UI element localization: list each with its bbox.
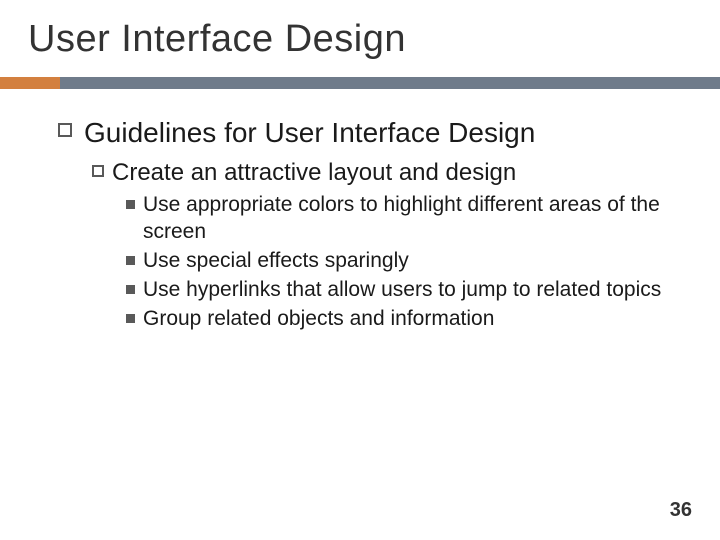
subpoint-text: Create an attractive layout and design <box>112 158 516 188</box>
bullet-text: Use hyperlinks that allow users to jump … <box>143 277 661 304</box>
list-item: Guidelines for User Interface Design <box>58 115 680 150</box>
square-bullet-icon <box>126 256 135 265</box>
list-item: Use hyperlinks that allow users to jump … <box>126 277 680 304</box>
accent-block <box>0 77 60 89</box>
square-open-bullet-icon <box>58 123 72 137</box>
slide-title: User Interface Design <box>0 0 720 61</box>
rule-bar <box>60 77 720 89</box>
title-rule <box>0 77 720 89</box>
square-open-bullet-icon <box>92 165 104 177</box>
slide: User Interface Design Guidelines for Use… <box>0 0 720 540</box>
list-item: Create an attractive layout and design <box>92 158 680 188</box>
square-bullet-icon <box>126 314 135 323</box>
bullet-text: Use special effects sparingly <box>143 248 409 275</box>
list-item: Use special effects sparingly <box>126 248 680 275</box>
square-bullet-icon <box>126 285 135 294</box>
bullet-text: Group related objects and information <box>143 306 494 333</box>
list-item: Use appropriate colors to highlight diff… <box>126 192 680 246</box>
heading-text: Guidelines for User Interface Design <box>84 115 535 150</box>
content-area: Guidelines for User Interface Design Cre… <box>0 89 720 332</box>
bullet-list: Use appropriate colors to highlight diff… <box>126 192 680 332</box>
square-bullet-icon <box>126 200 135 209</box>
bullet-text: Use appropriate colors to highlight diff… <box>143 192 680 246</box>
page-number: 36 <box>670 499 692 522</box>
list-item: Group related objects and information <box>126 306 680 333</box>
